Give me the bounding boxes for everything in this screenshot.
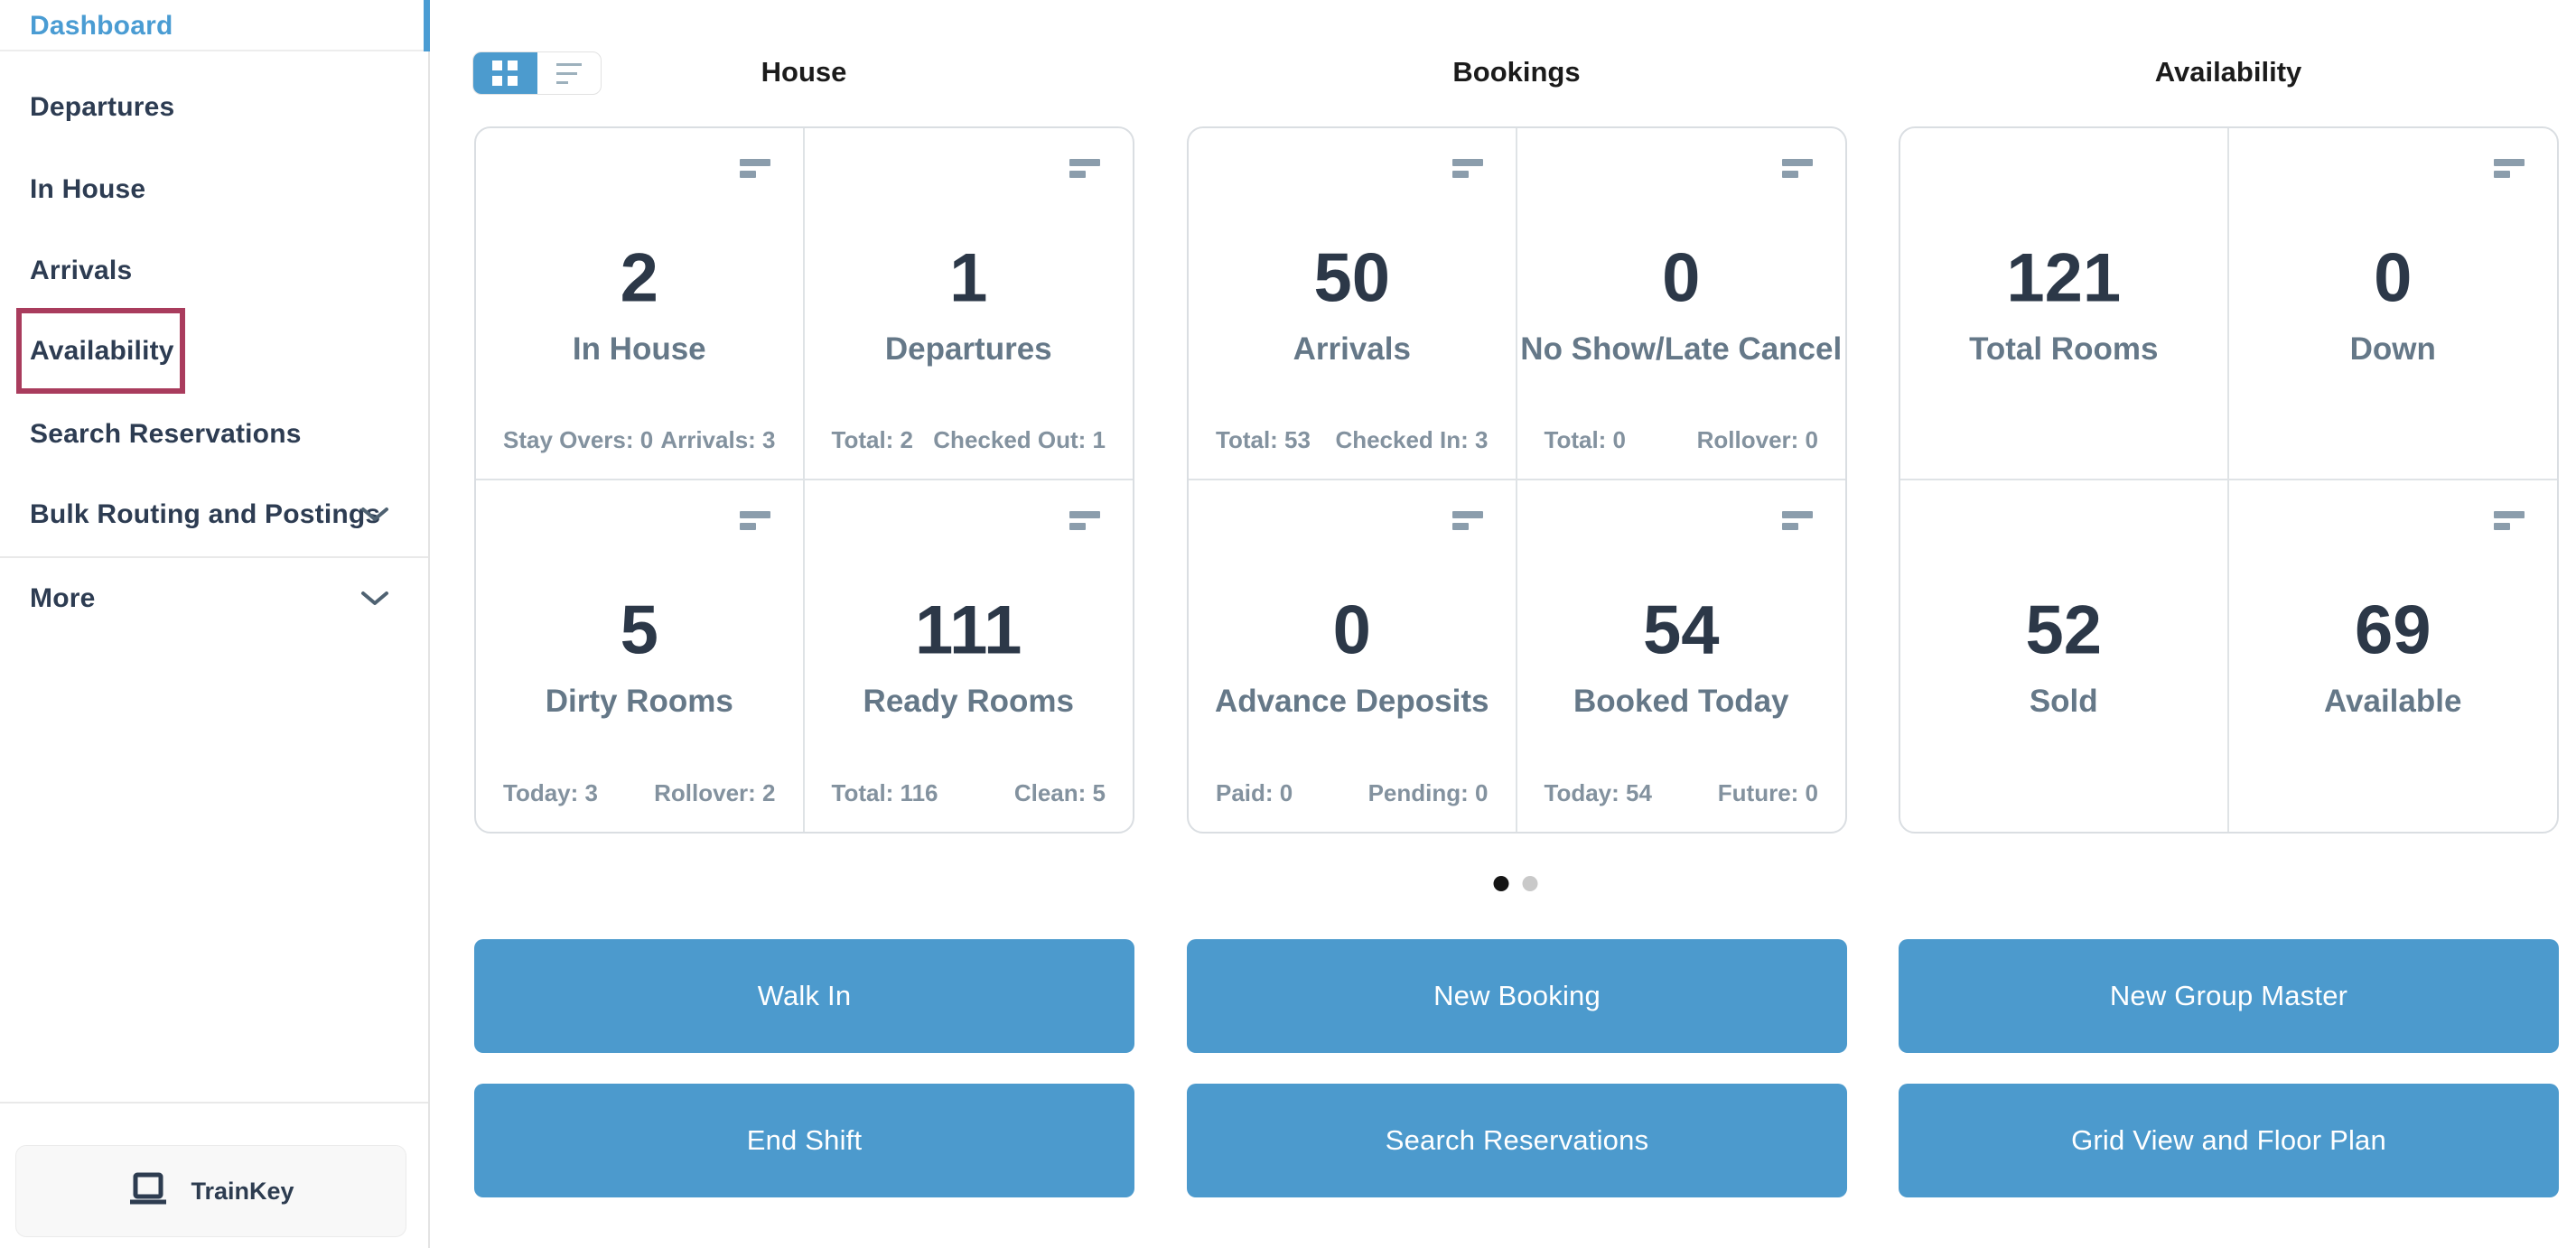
minimize-stat-icon[interactable] [1782, 159, 1813, 178]
stat-label: Available [2229, 684, 2558, 720]
stat-label: Arrivals [1189, 331, 1516, 368]
sidebar-item-arrivals[interactable]: Arrivals [30, 256, 132, 286]
stat-cell-in-house[interactable]: 2 In House Stay Overs: 0 Arrivals: 3 [476, 128, 805, 480]
grid-view-icon [492, 61, 518, 86]
stat-footer-right: Checked In: 3 [1335, 426, 1488, 454]
new-group-master-button[interactable]: New Group Master [1899, 939, 2559, 1053]
bookings-card: 50 Arrivals Total: 53 Checked In: 3 0 No… [1187, 126, 1847, 834]
stat-number: 54 [1517, 591, 1846, 669]
stat-number: 0 [1517, 239, 1846, 318]
stat-cell-advance-deposits[interactable]: 0 Advance Deposits Paid: 0 Pending: 0 [1189, 480, 1517, 833]
stat-number: 5 [476, 591, 803, 669]
carousel-dots [1494, 876, 1538, 891]
sidebar-item-bulk-routing[interactable]: Bulk Routing and Postings [30, 499, 380, 530]
stat-footer-left: Total: 116 [832, 779, 938, 807]
stat-label: Total Rooms [1900, 331, 2227, 368]
stat-number: 52 [1900, 591, 2227, 669]
list-view-button[interactable] [537, 52, 602, 94]
house-card: 2 In House Stay Overs: 0 Arrivals: 3 1 D… [474, 126, 1134, 834]
sidebar-item-more[interactable]: More [30, 583, 95, 614]
sidebar-item-search-reservations[interactable]: Search Reservations [30, 419, 302, 450]
column-title-house: House [761, 56, 847, 88]
sidebar-item-dashboard[interactable]: Dashboard [30, 11, 173, 42]
stat-cell-dirty-rooms[interactable]: 5 Dirty Rooms Today: 3 Rollover: 2 [476, 480, 805, 833]
stat-footer-left: Paid: 0 [1216, 779, 1293, 807]
minimize-stat-icon[interactable] [2494, 511, 2525, 530]
stat-footer-left: Stay Overs: 0 [503, 426, 653, 454]
minimize-stat-icon[interactable] [1782, 511, 1813, 530]
stat-label: Ready Rooms [805, 684, 1134, 720]
stat-footer-left: Today: 3 [503, 779, 598, 807]
minimize-stat-icon[interactable] [1069, 511, 1100, 530]
chevron-down-icon[interactable] [360, 507, 389, 523]
list-view-icon [556, 63, 582, 84]
search-reservations-button[interactable]: Search Reservations [1187, 1084, 1847, 1197]
stat-label: Sold [1900, 684, 2227, 720]
new-booking-button[interactable]: New Booking [1187, 939, 1847, 1053]
sidebar-item-departures[interactable]: Departures [30, 92, 174, 123]
stat-footer-left: Total: 0 [1545, 426, 1627, 454]
sidebar-divider [0, 1102, 428, 1104]
availability-card: 121 Total Rooms 0 Down 52 Sold 69 Availa… [1899, 126, 2559, 834]
stat-cell-booked-today[interactable]: 54 Booked Today Today: 54 Future: 0 [1517, 480, 1846, 833]
sidebar-item-in-house[interactable]: In House [30, 174, 145, 205]
trainkey-button[interactable]: TrainKey [15, 1145, 406, 1237]
stat-number: 111 [805, 591, 1134, 669]
stat-footer-right: Future: 0 [1718, 779, 1818, 807]
minimize-stat-icon[interactable] [1069, 159, 1100, 178]
stat-number: 1 [805, 239, 1134, 318]
column-title-bookings: Bookings [1452, 56, 1580, 88]
end-shift-button[interactable]: End Shift [474, 1084, 1134, 1197]
sidebar: Dashboard Departures In House Arrivals A… [0, 0, 430, 1248]
active-item-bar [424, 0, 430, 51]
stat-cell-total-rooms[interactable]: 121 Total Rooms [1900, 128, 2229, 480]
stat-label: In House [476, 331, 803, 368]
stat-label: Dirty Rooms [476, 684, 803, 720]
grid-view-floor-plan-button[interactable]: Grid View and Floor Plan [1899, 1084, 2559, 1197]
stat-cell-available[interactable]: 69 Available [2229, 480, 2558, 833]
stat-cell-ready-rooms[interactable]: 111 Ready Rooms Total: 116 Clean: 5 [805, 480, 1134, 833]
stat-footer-right: Rollover: 0 [1697, 426, 1818, 454]
walk-in-button[interactable]: Walk In [474, 939, 1134, 1053]
stat-footer-right: Clean: 5 [1014, 779, 1106, 807]
stat-number: 0 [1189, 591, 1516, 669]
stat-footer-right: Pending: 0 [1368, 779, 1489, 807]
stat-label: Advance Deposits [1189, 684, 1516, 720]
laptop-icon [127, 1172, 169, 1210]
stat-number: 50 [1189, 239, 1516, 318]
trainkey-label: TrainKey [191, 1178, 294, 1206]
availability-highlight-box [16, 308, 185, 394]
stat-number: 69 [2229, 591, 2558, 669]
stat-number: 121 [1900, 239, 2227, 318]
minimize-stat-icon[interactable] [740, 159, 770, 178]
stat-cell-sold[interactable]: 52 Sold [1900, 480, 2229, 833]
chevron-down-icon[interactable] [360, 591, 389, 607]
stat-footer-left: Today: 54 [1545, 779, 1652, 807]
minimize-stat-icon[interactable] [2494, 159, 2525, 178]
stat-footer-left: Total: 2 [832, 426, 914, 454]
stat-footer-right: Checked Out: 1 [933, 426, 1106, 454]
stat-label: Booked Today [1517, 684, 1846, 720]
stat-cell-arrivals[interactable]: 50 Arrivals Total: 53 Checked In: 3 [1189, 128, 1517, 480]
stat-footer-left: Total: 53 [1216, 426, 1311, 454]
minimize-stat-icon[interactable] [740, 511, 770, 530]
sidebar-divider [0, 556, 428, 558]
minimize-stat-icon[interactable] [1452, 511, 1483, 530]
view-toggle [472, 51, 602, 95]
column-title-availability: Availability [2155, 56, 2302, 88]
stat-label: No Show/Late Cancel [1517, 331, 1846, 368]
minimize-stat-icon[interactable] [1452, 159, 1483, 178]
stat-cell-no-show[interactable]: 0 No Show/Late Cancel Total: 0 Rollover:… [1517, 128, 1846, 480]
stat-footer-right: Arrivals: 3 [660, 426, 775, 454]
stat-label: Departures [805, 331, 1134, 368]
carousel-dot-1[interactable] [1494, 876, 1509, 891]
stat-footer-right: Rollover: 2 [654, 779, 775, 807]
grid-view-button[interactable] [473, 52, 537, 94]
stat-label: Down [2229, 331, 2558, 368]
stat-number: 2 [476, 239, 803, 318]
stat-cell-departures[interactable]: 1 Departures Total: 2 Checked Out: 1 [805, 128, 1134, 480]
stat-cell-down[interactable]: 0 Down [2229, 128, 2558, 480]
stat-number: 0 [2229, 239, 2558, 318]
carousel-dot-2[interactable] [1523, 876, 1538, 891]
